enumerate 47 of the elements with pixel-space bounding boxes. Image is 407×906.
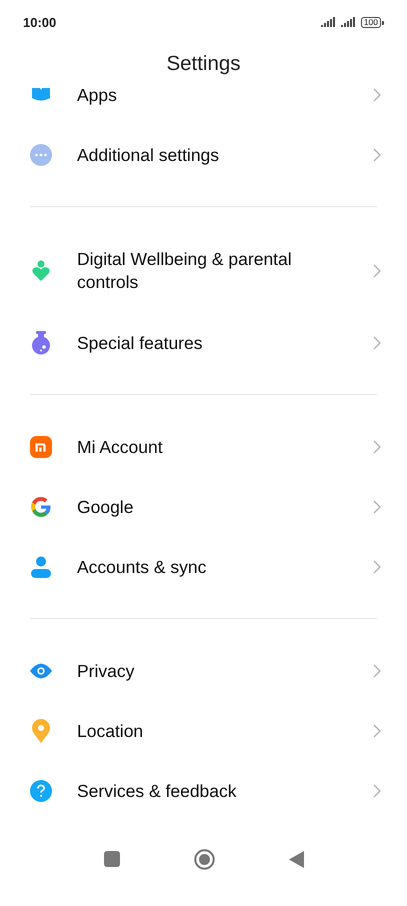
settings-item[interactable]: Apps bbox=[0, 84, 407, 125]
chevron-icon bbox=[373, 88, 381, 102]
settings-item[interactable]: Digital Wellbeing & parental controls bbox=[0, 229, 407, 313]
chevron-icon bbox=[373, 148, 381, 162]
settings-item[interactable]: Additional settings bbox=[0, 125, 407, 185]
settings-item[interactable]: Mi Account bbox=[0, 417, 407, 477]
row-label: Apps bbox=[77, 84, 118, 106]
row-label: Accounts & sync bbox=[77, 556, 208, 578]
page-title: Settings bbox=[166, 52, 241, 76]
chevron-icon bbox=[373, 336, 381, 350]
settings-item[interactable]: Special features bbox=[0, 313, 407, 373]
more-icon bbox=[30, 144, 52, 166]
row-label: Mi Account bbox=[77, 436, 164, 458]
chevron-icon bbox=[373, 440, 381, 454]
row-label: Additional settings bbox=[77, 144, 220, 166]
back-button[interactable] bbox=[288, 850, 304, 868]
settings-item[interactable]: Services & feedback bbox=[0, 761, 407, 821]
chevron-icon bbox=[373, 724, 381, 738]
signal-icon bbox=[320, 17, 336, 27]
settings-item[interactable]: Location bbox=[0, 701, 407, 761]
settings-item[interactable]: Google bbox=[0, 477, 407, 537]
chevron-icon bbox=[373, 664, 381, 678]
settings-item[interactable]: Accounts & sync bbox=[0, 537, 407, 597]
row-label: Special features bbox=[77, 332, 204, 354]
eye-icon bbox=[30, 662, 52, 680]
row-label: Google bbox=[77, 496, 134, 518]
mi-logo-icon bbox=[30, 435, 52, 459]
battery-indicator: 100 bbox=[360, 16, 381, 28]
person-heart-icon bbox=[31, 260, 51, 282]
status-time: 10:00 bbox=[23, 14, 58, 30]
location-pin-icon bbox=[31, 719, 51, 743]
signal-icon bbox=[340, 17, 356, 27]
row-label: Location bbox=[77, 720, 144, 742]
help-icon bbox=[30, 780, 52, 802]
row-label: Services & feedback bbox=[77, 780, 238, 802]
chevron-icon bbox=[373, 784, 381, 798]
chevron-icon bbox=[373, 560, 381, 574]
row-label: Digital Wellbeing & parental controls bbox=[77, 248, 293, 294]
flask-icon bbox=[30, 331, 52, 355]
row-label: Privacy bbox=[77, 660, 136, 682]
settings-item[interactable]: Privacy bbox=[0, 641, 407, 701]
recents-button[interactable] bbox=[104, 851, 120, 867]
home-button[interactable] bbox=[194, 848, 214, 870]
google-icon bbox=[30, 496, 52, 518]
chevron-icon bbox=[373, 500, 381, 514]
person-icon bbox=[30, 556, 52, 578]
chevron-icon bbox=[373, 264, 381, 278]
